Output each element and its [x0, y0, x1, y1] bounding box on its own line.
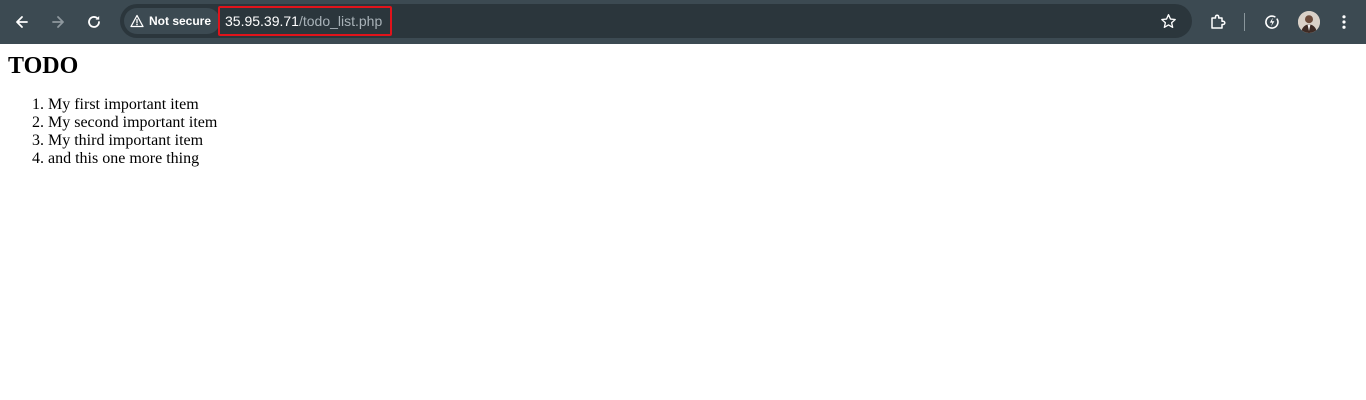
url-path: /todo_list.php: [298, 13, 383, 29]
reload-icon: [88, 16, 100, 28]
url-host: 35.95.39.71: [225, 13, 299, 29]
extensions-button[interactable]: [1204, 8, 1232, 36]
star-icon: [1160, 13, 1176, 28]
forward-arrow-icon: [52, 16, 64, 28]
reload-button[interactable]: [80, 8, 108, 36]
todo-item: My first important item: [48, 96, 1358, 114]
toolbar-divider: [1244, 13, 1245, 31]
performance-button[interactable]: [1258, 8, 1286, 36]
puzzle-icon: [1211, 14, 1226, 29]
back-arrow-icon: [16, 16, 28, 28]
security-chip[interactable]: Not secure: [124, 8, 221, 34]
todo-item: and this one more thing: [48, 150, 1358, 168]
address-bar[interactable]: Not secure 35.95.39.71/todo_list.php: [120, 4, 1192, 38]
todo-list: My first important item My second import…: [8, 96, 1358, 168]
performance-icon: [1265, 15, 1279, 29]
bookmark-button[interactable]: [1158, 11, 1178, 31]
url-field[interactable]: 35.95.39.71/todo_list.php: [218, 6, 392, 36]
menu-button[interactable]: [1330, 8, 1358, 36]
kebab-menu-icon: [1342, 15, 1346, 29]
warning-triangle-icon: [130, 14, 144, 28]
browser-toolbar: Not secure 35.95.39.71/todo_list.php: [0, 0, 1366, 44]
avatar[interactable]: [1298, 11, 1320, 33]
todo-item: My third important item: [48, 132, 1358, 150]
profile-avatar-icon: [1298, 11, 1320, 33]
back-button[interactable]: [8, 8, 36, 36]
forward-button[interactable]: [44, 8, 72, 36]
page-title: TODO: [8, 53, 79, 79]
page-content: TODO My first important item My second i…: [0, 53, 1366, 168]
todo-item: My second important item: [48, 114, 1358, 132]
security-label: Not secure: [149, 14, 212, 28]
